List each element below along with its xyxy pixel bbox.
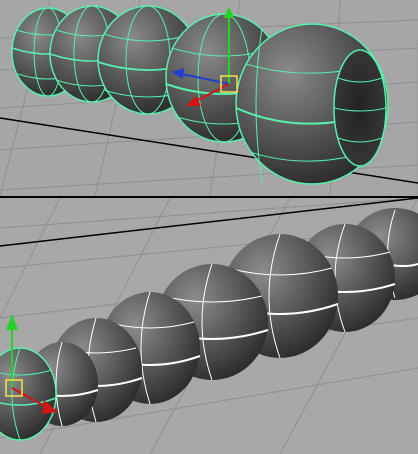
viewport-top[interactable] (0, 0, 418, 196)
viewport-bottom[interactable] (0, 198, 418, 454)
sphere-5[interactable] (235, 23, 389, 185)
viewport-bottom-canvas[interactable] (0, 198, 418, 454)
viewport-top-canvas[interactable] (0, 0, 418, 196)
maya-viewports (0, 0, 418, 454)
